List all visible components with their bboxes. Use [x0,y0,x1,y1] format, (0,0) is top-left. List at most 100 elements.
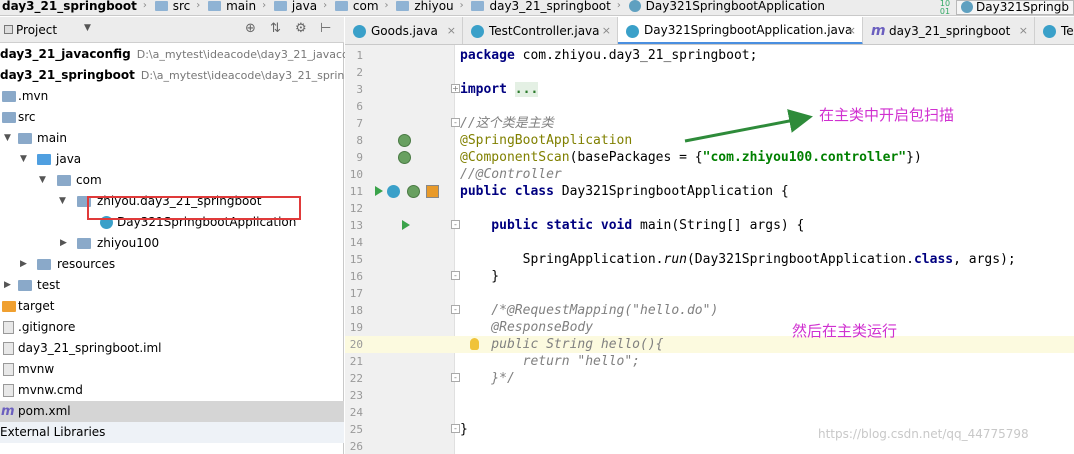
code-token: com.zhiyou.day3_21_springboot; [522,48,758,63]
tab-day3-21-springboot-pom[interactable]: m day3_21_springboot × [863,17,1035,44]
spring-boot-icon[interactable] [426,185,439,198]
tree-item-target[interactable]: target [0,296,344,317]
close-icon[interactable]: × [1019,17,1028,44]
code-line[interactable]: 12 [345,200,1074,217]
breadcrumb-main[interactable]: main [224,0,258,15]
chevron-right-icon[interactable]: ▶ [20,254,27,275]
code-line[interactable]: 18 - /*@RequestMapping("hello.do") [345,302,1074,319]
tree-item-iml[interactable]: day3_21_springboot.iml [0,338,344,359]
fold-toggle-icon[interactable]: + [451,84,460,93]
tab-truncated[interactable]: Te [1035,17,1074,44]
code-token: SpringApplication. [460,252,664,267]
tree-item-gitignore[interactable]: .gitignore [0,317,344,338]
breadcrumb-com[interactable]: com [351,0,381,15]
spring-bean-icon[interactable] [398,134,411,147]
fold-toggle-icon[interactable]: - [451,118,460,127]
spring-bean-icon[interactable] [407,185,420,198]
chevron-down-icon[interactable]: ▼ [39,170,46,191]
hide-panel-icon[interactable]: ⊢ [320,21,331,36]
breadcrumb-java[interactable]: java [290,0,319,15]
code-text: }*/ [460,370,515,387]
breadcrumb-src[interactable]: src [171,0,193,15]
code-line[interactable]: 22 - }*/ [345,370,1074,387]
gear-icon[interactable]: ⚙ [295,21,307,36]
tree-item-external-libraries[interactable]: External Libraries [0,422,344,443]
code-line[interactable]: 8 @SpringBootApplication [345,132,1074,149]
watermark: https://blog.csdn.net/qq_44775798 [818,427,1029,441]
code-line[interactable]: 20 public String hello(){ [345,336,1074,353]
tree-item-zhiyou100[interactable]: ▶ zhiyou100 [0,233,344,254]
line-number: 2 [356,66,363,79]
fold-toggle-icon[interactable]: - [451,220,460,229]
fold-toggle-icon[interactable]: - [451,271,460,280]
line-number: 10 [349,168,363,181]
breadcrumb-class[interactable]: Day321SpringbootApplication [644,0,827,15]
line-number: 16 [349,270,363,283]
code-line[interactable]: 15 SpringApplication.run(Day321Springboo… [345,251,1074,268]
line-number: 7 [356,117,363,130]
breadcrumb-zhiyou[interactable]: zhiyou [412,0,455,15]
code-line[interactable]: 1 package com.zhiyou.day3_21_springboot; [345,47,1074,64]
tree-item-day3-21-javaconfig[interactable]: day3_21_javaconfig D:\a_mytest\ideacode\d… [0,44,370,65]
breadcrumb-package[interactable]: day3_21_springboot [487,0,612,15]
tree-item-java[interactable]: ▼ java [0,149,344,170]
code-line[interactable]: 17 [345,285,1074,302]
project-panel-title[interactable]: Project [16,23,57,37]
code-line[interactable]: 7 -//这个类是主类 [345,115,1074,132]
tree-item-label: day3_21_springboot [0,68,135,82]
close-icon[interactable]: × [447,17,456,44]
code-line[interactable]: 13 - public static void main(String[] arg… [345,217,1074,234]
chevron-down-icon[interactable]: ▼ [20,149,27,170]
tab-goods-java[interactable]: Goods.java × [345,17,463,44]
tree-item-mvn[interactable]: .mvn [0,86,344,107]
code-line[interactable]: 3 + import ... [345,81,1074,98]
tree-item-mvnw-cmd[interactable]: mvnw.cmd [0,380,344,401]
code-token: /*@RequestMapping("hello.do") [460,303,719,318]
tab-testcontroller-java[interactable]: TestController.java × [463,17,618,44]
chevron-right-icon[interactable]: ▶ [60,233,67,254]
spring-boot-class-icon [626,25,639,38]
tree-item-resources[interactable]: ▶ resources [0,254,344,275]
close-icon[interactable]: × [847,17,856,44]
run-icon[interactable] [375,186,383,196]
tree-item-pom-xml[interactable]: m pom.xml [0,401,344,422]
code-line[interactable]: 9 @ComponentScan(basePackages = {"com.zhi… [345,149,1074,166]
code-line[interactable]: 24 [345,404,1074,421]
tree-item-day3-21-springboot[interactable]: day3_21_springboot D:\a_mytest\ideacode\d… [0,65,376,86]
run-icon[interactable] [402,220,410,230]
code-line[interactable]: 2 [345,64,1074,81]
tree-item-test[interactable]: ▶ test [0,275,344,296]
code-line[interactable]: 6 [345,98,1074,115]
tree-item-src[interactable]: src [0,107,344,128]
spring-bean-icon[interactable] [398,151,411,164]
close-icon[interactable]: × [602,17,611,44]
code-line[interactable]: 16 - } [345,268,1074,285]
fold-toggle-icon[interactable]: - [451,305,460,314]
tree-item-com[interactable]: ▼ com [0,170,344,191]
code-line[interactable]: 11 public class Day321SpringbootApplicati… [345,183,1074,200]
class-icon[interactable] [387,185,400,198]
crosshair-locate-icon[interactable]: ⊕ [245,21,256,36]
tree-item-main[interactable]: ▼ main [0,128,344,149]
code-line[interactable]: 10 //@Controller [345,166,1074,183]
fold-toggle-icon[interactable]: - [451,373,460,382]
code-line[interactable]: 19 @ResponseBody [345,319,1074,336]
collapse-all-icon[interactable]: ⇅ [270,21,281,36]
chevron-down-icon[interactable]: ▼ [4,128,11,149]
fold-toggle-icon[interactable]: - [451,424,460,433]
spring-boot-class-icon [961,1,974,13]
code-line[interactable]: 23 [345,387,1074,404]
tree-item-mvnw[interactable]: mvnw [0,359,344,380]
breadcrumb-project[interactable]: day3_21_springboot [0,0,139,15]
tab-day321springbootapplication-java[interactable]: Day321SpringbootApplication.java × [618,17,863,44]
run-configuration-dropdown[interactable]: Day321Springb [956,0,1074,15]
code-editor[interactable]: 1 package com.zhiyou.day3_21_springboot; 2… [345,45,1074,454]
code-line[interactable]: 21 return "hello"; [345,353,1074,370]
chevron-down-icon[interactable]: ▼ [84,23,91,33]
line-number: 19 [349,321,363,334]
code-line[interactable]: 14 [345,234,1074,251]
sort-binary-icon[interactable]: 10 01 [940,0,950,15]
line-number: 21 [349,355,363,368]
chevron-down-icon[interactable]: ▼ [59,191,66,212]
chevron-right-icon[interactable]: ▶ [4,275,11,296]
